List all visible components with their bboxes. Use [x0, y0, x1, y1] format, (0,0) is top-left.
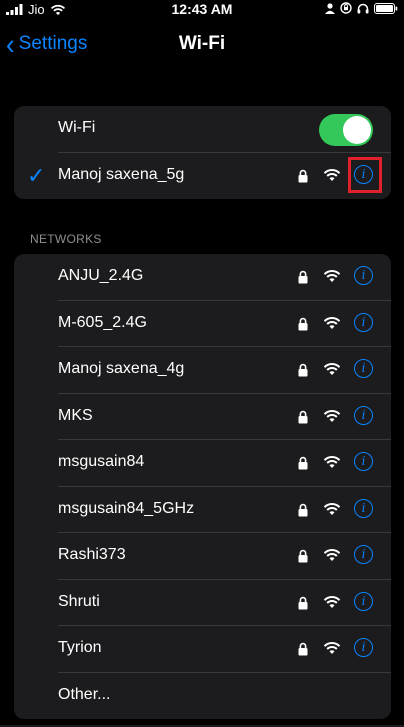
network-row[interactable]: Manoj saxena_4g i: [14, 347, 391, 394]
info-icon[interactable]: i: [354, 452, 373, 471]
network-name: Manoj saxena_4g: [58, 360, 185, 377]
page-title: Wi-Fi: [178, 33, 226, 54]
info-icon[interactable]: i: [354, 498, 373, 518]
lock-icon: [298, 410, 308, 423]
wifi-toggle[interactable]: [319, 114, 373, 146]
current-network-group: Wi-Fi ✓ Manoj saxena_5g i: [14, 106, 391, 199]
connected-network-name: Manoj saxena_5g: [58, 165, 185, 183]
lock-icon: [298, 169, 308, 182]
highlight-box: [348, 156, 382, 193]
networks-group: ANJU_2.4G i M-605_2.4G i Manoj saxena_4g…: [14, 254, 391, 719]
lock-icon: [298, 503, 308, 516]
battery-icon: [374, 2, 398, 14]
other-network-label: Other...: [58, 685, 111, 703]
network-row[interactable]: msgusain84_5GHz i: [14, 487, 391, 533]
wifi-icon: [323, 270, 341, 282]
info-icon[interactable]: i: [354, 638, 373, 657]
lock-icon: [298, 456, 308, 470]
wifi-icon: [323, 549, 341, 561]
network-name: Shruti: [58, 592, 100, 610]
network-name: ANJU_2.4G: [58, 267, 144, 284]
person-icon: [325, 2, 335, 14]
network-name: MKS: [58, 406, 93, 424]
lock-icon: [298, 642, 308, 656]
lock-icon: [298, 270, 308, 284]
checkmark-icon: ✓: [27, 162, 46, 188]
network-name: M-605_2.4G: [58, 313, 147, 331]
info-icon[interactable]: i: [354, 591, 373, 611]
wifi-icon: [323, 595, 341, 608]
network-row[interactable]: ANJU_2.4G i: [14, 254, 391, 301]
wifi-icon: [323, 456, 341, 468]
info-icon[interactable]: i: [354, 405, 373, 425]
navigation-bar: ‹ Settings Wi-Fi: [0, 30, 404, 60]
info-icon[interactable]: i: [354, 359, 373, 378]
networks-section-header: NETWORKS: [30, 232, 102, 246]
wifi-icon: [323, 168, 341, 181]
lock-icon: [298, 549, 308, 563]
network-name: msgusain84: [58, 453, 145, 470]
wifi-icon: [323, 502, 341, 515]
network-name: Rashi373: [58, 546, 126, 563]
toggle-knob: [343, 116, 371, 144]
info-icon[interactable]: i: [354, 545, 373, 564]
wifi-icon: [323, 363, 341, 375]
lock-rotation-icon: [340, 2, 352, 14]
other-network-row[interactable]: Other...: [14, 673, 391, 720]
lock-icon: [298, 317, 308, 330]
wifi-icon: [323, 316, 341, 329]
wifi-toggle-label: Wi-Fi: [58, 119, 96, 136]
wifi-toggle-row: Wi-Fi: [14, 106, 391, 153]
network-row[interactable]: msgusain84 i: [14, 440, 391, 487]
info-icon[interactable]: i: [354, 266, 373, 285]
headphones-icon: [357, 3, 369, 13]
network-name: msgusain84_5GHz: [58, 499, 195, 517]
network-name: Tyrion: [58, 639, 102, 656]
network-row[interactable]: M-605_2.4G i: [14, 301, 391, 347]
status-bar: Jio 12:43 AM: [0, 0, 404, 20]
network-row[interactable]: MKS i: [14, 394, 391, 440]
network-row[interactable]: Tyrion i: [14, 626, 391, 673]
lock-icon: [298, 596, 308, 609]
info-icon[interactable]: i: [354, 312, 373, 332]
network-row[interactable]: Rashi373 i: [14, 533, 391, 580]
network-row[interactable]: Shruti i: [14, 580, 391, 626]
connected-network-row[interactable]: ✓ Manoj saxena_5g i: [14, 153, 391, 200]
wifi-icon: [323, 642, 341, 654]
wifi-icon: [323, 409, 341, 422]
lock-icon: [298, 363, 308, 377]
